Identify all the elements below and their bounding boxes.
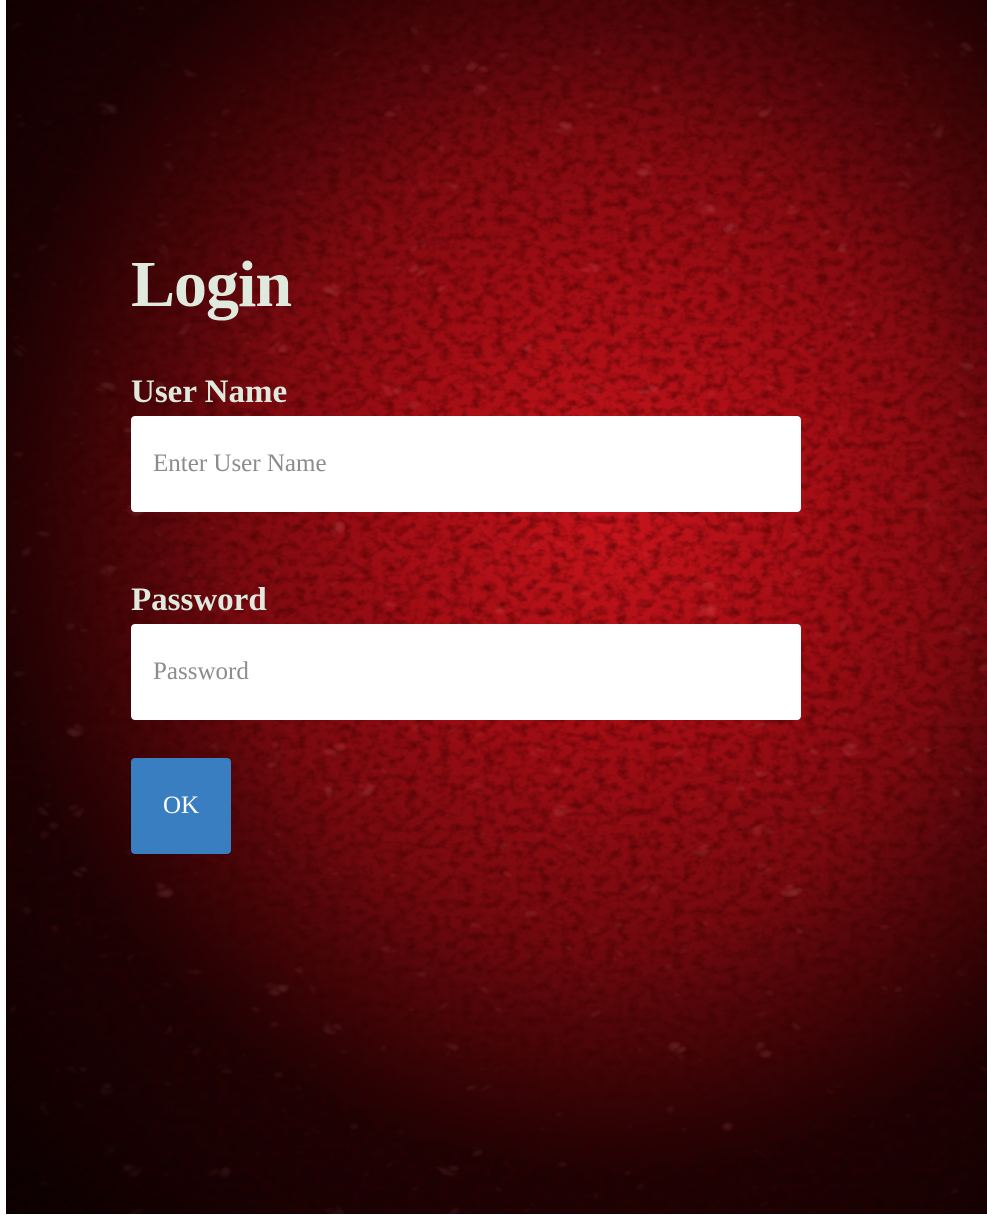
ok-button[interactable]: OK: [131, 758, 231, 854]
login-form: Login User Name Password OK: [131, 240, 801, 854]
page-title: Login: [131, 248, 292, 321]
page: Login User Name Password OK: [0, 0, 987, 1220]
username-input[interactable]: [131, 416, 801, 512]
password-input[interactable]: [131, 624, 801, 720]
username-label: User Name: [131, 374, 288, 410]
password-label: Password: [131, 582, 267, 618]
